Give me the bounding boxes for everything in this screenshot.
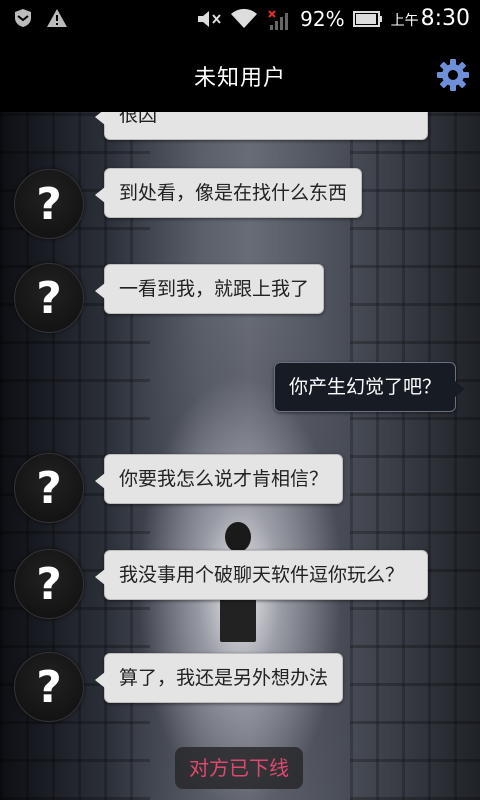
battery-percent: 92%	[300, 6, 345, 31]
message-bubble[interactable]: 一看到我，就跟上我了	[94, 264, 325, 314]
mute-icon	[198, 10, 221, 27]
chat-area[interactable]: 很囚 ? 到处看，像是在找什么东西 ? 一看到我，就跟上我了 你产生幻觉了吧？ …	[0, 112, 480, 800]
avatar[interactable]: ?	[14, 169, 84, 239]
title-bar: 未知用户	[0, 38, 480, 112]
gear-icon[interactable]	[436, 58, 470, 92]
offline-status-badge: 对方已下线	[175, 747, 303, 789]
message-bubble[interactable]: 很囚	[95, 112, 428, 140]
signal-icon	[268, 9, 289, 30]
warning-icon	[47, 9, 67, 27]
ampm-label: 上午	[390, 13, 419, 29]
battery-icon	[352, 10, 382, 27]
wifi-icon	[231, 8, 258, 28]
background-building-right	[350, 112, 480, 800]
message-bubble[interactable]: 到处看，像是在找什么东西	[94, 168, 363, 218]
message-bubble[interactable]: 你要我怎么说才肯相信？	[94, 454, 344, 504]
avatar[interactable]: ?	[14, 549, 84, 619]
avatar[interactable]: ?	[14, 453, 84, 523]
clock: 8:30	[420, 6, 470, 31]
message-bubble[interactable]: 我没事用个破聊天软件逗你玩么？	[95, 550, 428, 600]
message-bubble[interactable]: 算了，我还是另外想办法	[94, 653, 344, 703]
avatar[interactable]: ?	[14, 652, 84, 722]
status-bar: 92% 上午8:30	[0, 0, 480, 38]
page-title: 未知用户	[193, 66, 286, 91]
avatar[interactable]: ?	[14, 263, 84, 333]
message-bubble-outgoing[interactable]: 你产生幻觉了吧？	[273, 362, 466, 412]
shield-icon	[15, 9, 31, 27]
background-figure	[225, 522, 251, 552]
